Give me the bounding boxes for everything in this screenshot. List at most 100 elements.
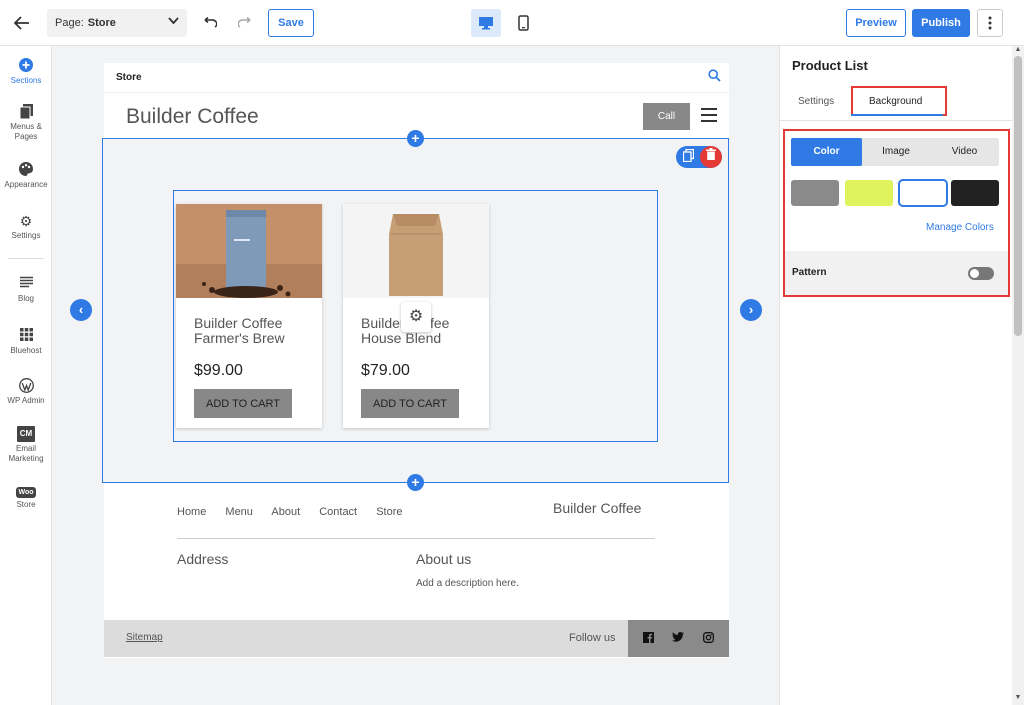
background-type-toggle: Color Image Video [791,138,999,166]
page-select-prefix: Page: [55,17,84,29]
color-swatch-black[interactable] [951,180,999,206]
add-to-cart-button[interactable]: ADD TO CART [194,389,292,418]
scrollbar-thumb[interactable] [1014,56,1022,336]
instagram-icon[interactable] [702,631,714,646]
facebook-icon[interactable] [643,631,655,646]
gear-icon: ⚙ [19,213,33,229]
social-links [628,620,729,657]
footer-nav-contact[interactable]: Contact [319,506,357,518]
tab-background[interactable]: Background [869,96,922,107]
footer-address-heading: Address [177,551,229,567]
page-select[interactable]: Page: Store [47,9,187,37]
bg-type-video[interactable]: Video [930,138,999,166]
footer-nav-about[interactable]: About [271,506,300,518]
blog-icon [18,276,34,292]
sidebar-item-blog[interactable]: Blog [0,276,52,304]
sidebar-item-wp-admin[interactable]: WP Admin [0,378,52,406]
sidebar-item-label: Appearance [4,180,48,189]
undo-icon[interactable] [198,12,220,34]
wordpress-icon [18,378,34,394]
publish-button[interactable]: Publish [912,9,970,37]
sidebar-item-sections[interactable]: Sections [0,58,52,86]
back-arrow-icon[interactable] [8,10,36,36]
footer-brand: Builder Coffee [553,500,642,516]
color-swatch-white[interactable] [898,179,948,207]
sidebar-item-label-line2: Pages [14,132,38,141]
bg-type-color[interactable]: Color [791,138,862,166]
product-price: $99.00 [194,362,243,379]
add-section-above-icon[interactable]: + [407,130,424,147]
add-section-below-icon[interactable]: + [407,474,424,491]
save-button[interactable]: Save [268,9,314,37]
scroll-down-icon[interactable]: ▼ [1014,694,1022,701]
scroll-up-icon[interactable]: ▲ [1014,46,1022,53]
sidebar-item-label-line2: Marketing [8,454,44,463]
twitter-icon[interactable] [672,632,685,645]
sidebar-item-menus-pages[interactable]: Menus & Pages [0,104,52,142]
pattern-toggle[interactable] [968,267,994,280]
sidebar-item-label: Email [15,444,36,453]
properties-panel: Product List Settings Background Color I… [779,46,1013,705]
sidebar-item-label: Sections [10,76,42,85]
mobile-view-icon[interactable] [511,9,535,37]
product-image[interactable] [176,204,322,298]
chevron-right-icon[interactable]: › [740,299,762,321]
manage-colors-link[interactable]: Manage Colors [926,222,994,233]
footer-nav-menu[interactable]: Menu [225,506,253,518]
trash-icon[interactable] [700,146,722,168]
pages-icon [18,104,34,120]
product-price: $79.00 [361,362,410,379]
panel-title: Product List [792,58,868,73]
site-store-label: Store [116,72,142,83]
footer-about-heading: About us [416,551,472,567]
sidebar-item-appearance[interactable]: Appearance [0,162,52,190]
sitemap-link[interactable]: Sitemap [126,632,163,643]
cm-icon: CM [17,426,35,442]
palette-icon [18,162,34,178]
redo-icon[interactable] [235,12,257,34]
duplicate-icon[interactable] [680,148,696,165]
left-sidebar: Sections Menus & Pages Appearance ⚙ Sett… [0,46,52,705]
site-brand: Builder Coffee [126,105,259,128]
footer-about-description: Add a description here. [416,578,519,589]
footer-divider [177,538,655,539]
search-icon[interactable] [708,69,721,85]
sidebar-divider [8,258,44,259]
product-card[interactable]: Builder Coffee Farmer's Brew $99.00 ADD … [176,204,322,428]
footer-nav-home[interactable]: Home [177,506,206,518]
product-image[interactable] [343,204,489,298]
scrollbar[interactable]: ▲ ▼ [1012,46,1024,705]
color-swatch-gray[interactable] [791,180,839,206]
footer-nav-store[interactable]: Store [376,506,402,518]
top-toolbar: Page: Store Save Preview Publish [0,0,1024,46]
sidebar-item-settings[interactable]: ⚙ Settings [0,213,52,241]
plus-circle-icon [18,58,34,74]
footer-bottom-bar: Sitemap Follow us [104,620,729,657]
color-swatch-lime[interactable] [845,180,893,206]
desktop-view-icon[interactable] [471,9,501,37]
active-tab-indicator [851,114,943,116]
sidebar-item-label: WP Admin [7,396,45,405]
hamburger-menu-icon[interactable] [701,108,717,122]
footer-nav: Home Menu About Contact Store [177,506,418,518]
sidebar-item-label: Bluehost [10,346,42,355]
chevron-left-icon[interactable]: ‹ [70,299,92,321]
tab-settings[interactable]: Settings [798,96,834,107]
sidebar-item-label: Menus & [10,122,42,131]
pattern-row: Pattern [785,251,1008,295]
sidebar-item-label: Settings [11,231,41,240]
panel-divider [780,120,1013,121]
site-topbar: Store [104,63,729,93]
product-name[interactable]: Builder Coffee Farmer's Brew [194,316,314,346]
block-settings-gear-icon[interactable]: ⚙ [401,302,431,332]
sidebar-item-email-marketing[interactable]: CM Email Marketing [0,426,52,464]
page-select-value: Store [87,17,116,29]
more-options-icon[interactable] [977,9,1003,37]
add-to-cart-button[interactable]: ADD TO CART [361,389,459,418]
preview-button[interactable]: Preview [846,9,906,37]
call-button[interactable]: Call [643,103,690,130]
sidebar-item-store[interactable]: Woo Store [0,484,52,510]
sidebar-item-label: Blog [17,294,34,303]
sidebar-item-bluehost[interactable]: Bluehost [0,328,52,356]
bg-type-image[interactable]: Image [862,138,930,166]
